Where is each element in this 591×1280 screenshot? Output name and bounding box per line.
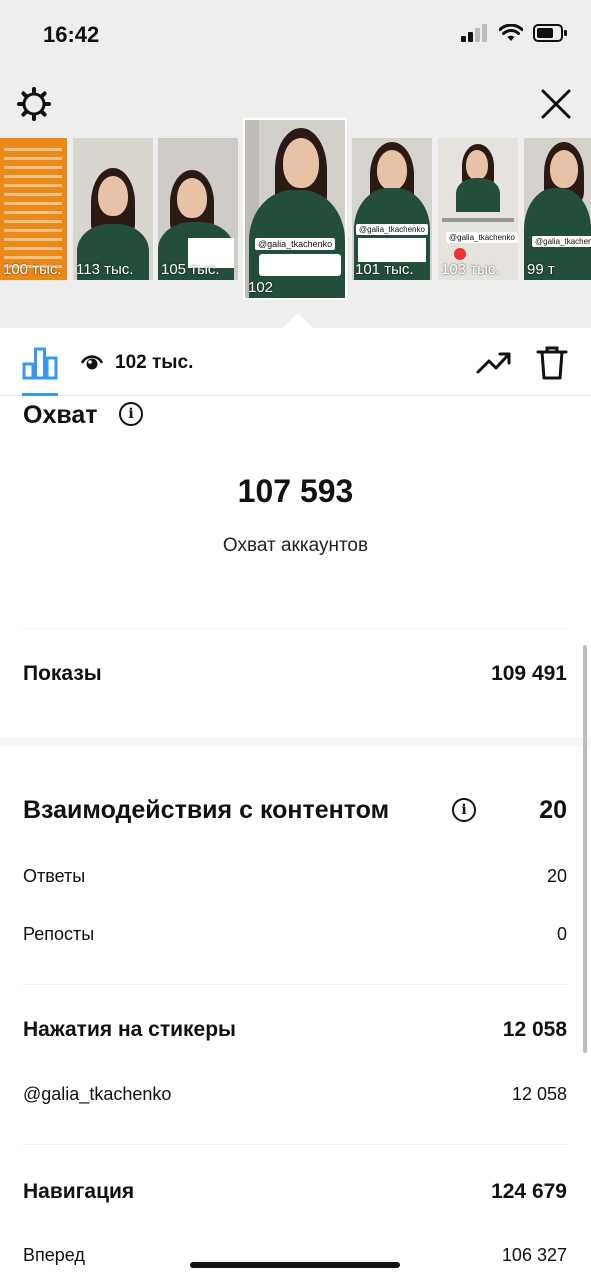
divider bbox=[23, 628, 568, 629]
story-views: 105 тыс. bbox=[161, 261, 220, 278]
story-views: 113 тыс. bbox=[76, 261, 134, 278]
story-thumbnail[interactable]: 113 тыс. bbox=[73, 138, 153, 280]
story-views: 102 bbox=[248, 279, 274, 296]
forward-value: 106 327 bbox=[501, 1245, 567, 1265]
insights-bar-chart-icon[interactable] bbox=[22, 346, 58, 380]
story-toolbar: 102 тыс. bbox=[0, 328, 591, 396]
story-views: 103 тыс. bbox=[441, 261, 500, 278]
reach-caption: Охват аккаунтов bbox=[222, 535, 369, 556]
mention-sticker: @galia_tkachenko bbox=[532, 236, 591, 247]
story-thumbnail[interactable]: @galia_tkachenko 101 тыс. bbox=[352, 138, 432, 280]
story-views: 99 т bbox=[527, 261, 555, 278]
status-bar: 16:42 bbox=[0, 0, 591, 70]
mention-sticker: @galia_tkachenko bbox=[255, 238, 336, 250]
story-thumbnail[interactable]: @galia_tkachenko 99 т bbox=[524, 138, 591, 280]
divider bbox=[23, 1144, 568, 1145]
navigation-label: Навигация bbox=[23, 1180, 135, 1203]
story-thumbnail-selected[interactable]: @galia_tkachenko 102 bbox=[243, 118, 347, 300]
shares-label: Репосты bbox=[23, 924, 95, 944]
reach-title: Охват bbox=[23, 401, 98, 429]
stories-strip[interactable]: 100 тыс. 113 тыс. 105 тыс. @galia_tkache… bbox=[0, 118, 591, 328]
sticker-mention-value: 12 058 bbox=[511, 1084, 567, 1104]
story-thumbnail[interactable]: 105 тыс. bbox=[158, 138, 238, 280]
home-indicator[interactable] bbox=[190, 1262, 400, 1268]
sticker-taps-label: Нажатия на стикеры bbox=[23, 1018, 236, 1041]
promote-trend-icon[interactable] bbox=[476, 348, 512, 376]
story-thumbnail[interactable]: 100 тыс. bbox=[0, 138, 67, 280]
reach-info-icon[interactable]: i bbox=[119, 402, 143, 426]
selection-pointer bbox=[282, 313, 314, 329]
story-views: 100 тыс. bbox=[3, 261, 62, 278]
scrollbar[interactable] bbox=[583, 645, 587, 1053]
status-time: 16:42 bbox=[43, 22, 100, 47]
shares-value: 0 bbox=[556, 924, 567, 944]
mention-sticker: @galia_tkachenko bbox=[446, 232, 518, 243]
sticker-mention-label[interactable]: @galia_tkachenko bbox=[23, 1084, 171, 1105]
forward-label: Вперед bbox=[23, 1245, 85, 1265]
navigation-value: 124 679 bbox=[491, 1180, 567, 1203]
eye-icon bbox=[80, 355, 104, 370]
status-icons bbox=[461, 24, 567, 42]
story-views: 101 тыс. bbox=[355, 261, 414, 278]
section-separator bbox=[0, 737, 591, 747]
interactions-value: 20 bbox=[539, 796, 567, 824]
story-thumbnail[interactable]: @galia_tkachenko 103 тыс. bbox=[438, 138, 518, 280]
viewers-count[interactable]: 102 тыс. bbox=[115, 352, 193, 374]
wifi-icon bbox=[499, 24, 523, 41]
sticker-taps-value: 12 058 bbox=[502, 1018, 567, 1041]
signal-icon bbox=[461, 24, 487, 42]
replies-label: Ответы bbox=[23, 866, 86, 886]
interactions-title: Взаимодействия с контентом bbox=[23, 796, 390, 824]
trash-icon[interactable] bbox=[535, 345, 569, 381]
story-preview-area: 16:42 100 тыс. 113 тыс. 105 тыс. @galia_… bbox=[0, 0, 591, 329]
interactions-info-icon[interactable]: i bbox=[452, 798, 476, 822]
impressions-value: 109 491 bbox=[491, 662, 567, 685]
replies-value: 20 bbox=[546, 866, 567, 886]
battery-icon bbox=[533, 24, 567, 42]
active-tab-indicator bbox=[22, 393, 58, 396]
divider bbox=[23, 984, 568, 985]
impressions-label: Показы bbox=[23, 662, 102, 685]
insights-content[interactable]: Охват i 107 593 Охват аккаунтов Показы 1… bbox=[0, 397, 591, 1280]
reach-value: 107 593 bbox=[237, 473, 354, 509]
mention-sticker: @galia_tkachenko bbox=[356, 224, 428, 235]
